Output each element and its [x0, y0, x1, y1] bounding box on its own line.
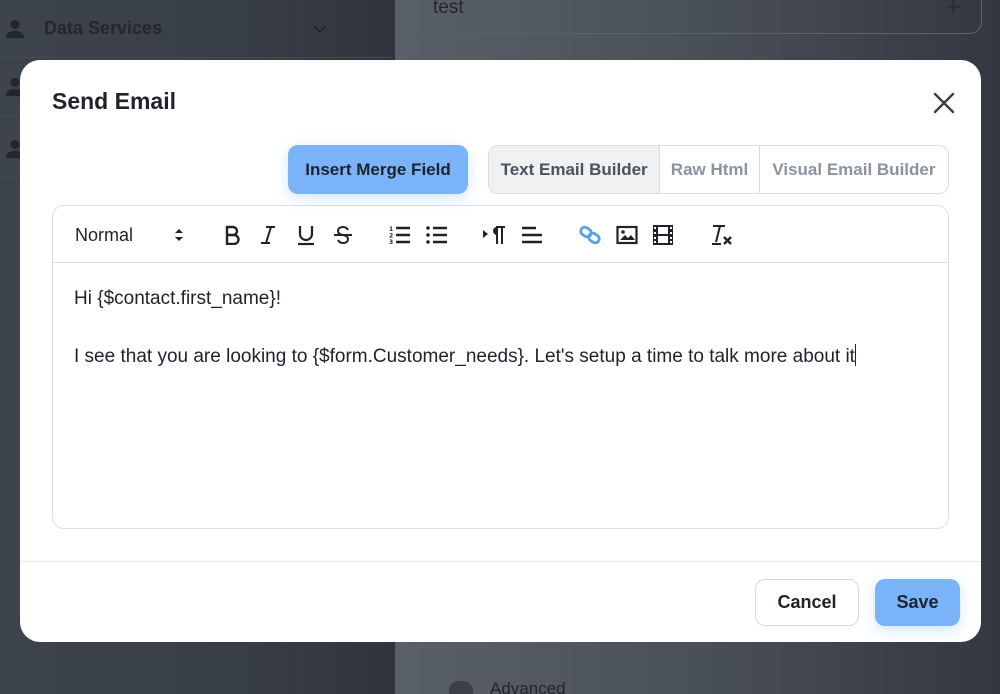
ordered-list-icon: 123 [389, 226, 410, 245]
plus-icon: + [945, 0, 962, 22]
ordered-list-button[interactable]: 123 [387, 222, 413, 248]
paragraph-direction-icon [483, 226, 505, 244]
advanced-label: Advanced [490, 679, 566, 694]
background-text-field: test + [412, 0, 982, 34]
cancel-button[interactable]: Cancel [755, 579, 859, 626]
select-arrows-icon [175, 229, 183, 241]
align-left-icon [522, 226, 542, 244]
text-direction-button[interactable] [481, 222, 507, 248]
advanced-icon [449, 681, 473, 694]
save-button[interactable]: Save [875, 579, 960, 626]
body-paragraph-with-caret: I see that you are looking to {$form.Cus… [74, 342, 924, 371]
bold-icon [225, 225, 240, 245]
builder-tabs: Text Email Builder Raw Html Visual Email… [488, 145, 949, 194]
body-paragraph: Hi {$contact.first_name}! [74, 288, 281, 309]
body-paragraph-text: I see that you are looking to {$form.Cus… [74, 346, 855, 367]
format-select[interactable]: Normal [75, 223, 187, 247]
person-icon [5, 19, 25, 38]
align-button[interactable] [519, 222, 545, 248]
footer-divider [20, 561, 981, 562]
email-editor: Normal 123 Hi {$contact.first_name}! I s… [52, 205, 949, 529]
clear-format-icon [712, 225, 732, 245]
video-icon [653, 225, 673, 245]
strikethrough-button[interactable] [330, 222, 356, 248]
image-button[interactable] [614, 222, 640, 248]
bullet-list-icon [426, 226, 447, 244]
underline-icon [298, 226, 314, 246]
image-icon [616, 225, 638, 245]
svg-text:3: 3 [389, 239, 393, 245]
tab-text-email-builder[interactable]: Text Email Builder [489, 146, 661, 193]
chevron-down-icon [313, 24, 327, 33]
link-button[interactable] [577, 222, 603, 248]
tab-raw-html[interactable]: Raw Html [660, 146, 760, 193]
italic-icon [261, 226, 275, 244]
editor-toolbar: Normal 123 [53, 206, 948, 263]
bold-button[interactable] [219, 222, 245, 248]
email-body-editor[interactable]: Hi {$contact.first_name}! I see that you… [74, 284, 924, 371]
background-field-value: test [433, 0, 464, 18]
video-button[interactable] [650, 222, 676, 248]
tab-visual-email-builder[interactable]: Visual Email Builder [759, 146, 948, 193]
close-icon [933, 92, 955, 114]
send-email-modal: Send Email Insert Merge Field Text Email… [20, 60, 981, 642]
sidebar-item-data-services: Data Services [0, 0, 392, 58]
close-button[interactable] [928, 87, 960, 119]
clear-formatting-button[interactable] [709, 222, 735, 248]
text-caret [854, 344, 856, 366]
insert-merge-field-button[interactable]: Insert Merge Field [288, 145, 468, 194]
format-select-value: Normal [75, 225, 134, 245]
body-paragraph [74, 313, 924, 342]
sidebar-item-label: Data Services [44, 18, 163, 38]
link-icon [579, 225, 601, 245]
italic-button[interactable] [255, 222, 281, 248]
modal-title: Send Email [52, 88, 176, 114]
underline-button[interactable] [293, 222, 319, 248]
strikethrough-icon [334, 225, 352, 245]
bullet-list-button[interactable] [424, 222, 450, 248]
